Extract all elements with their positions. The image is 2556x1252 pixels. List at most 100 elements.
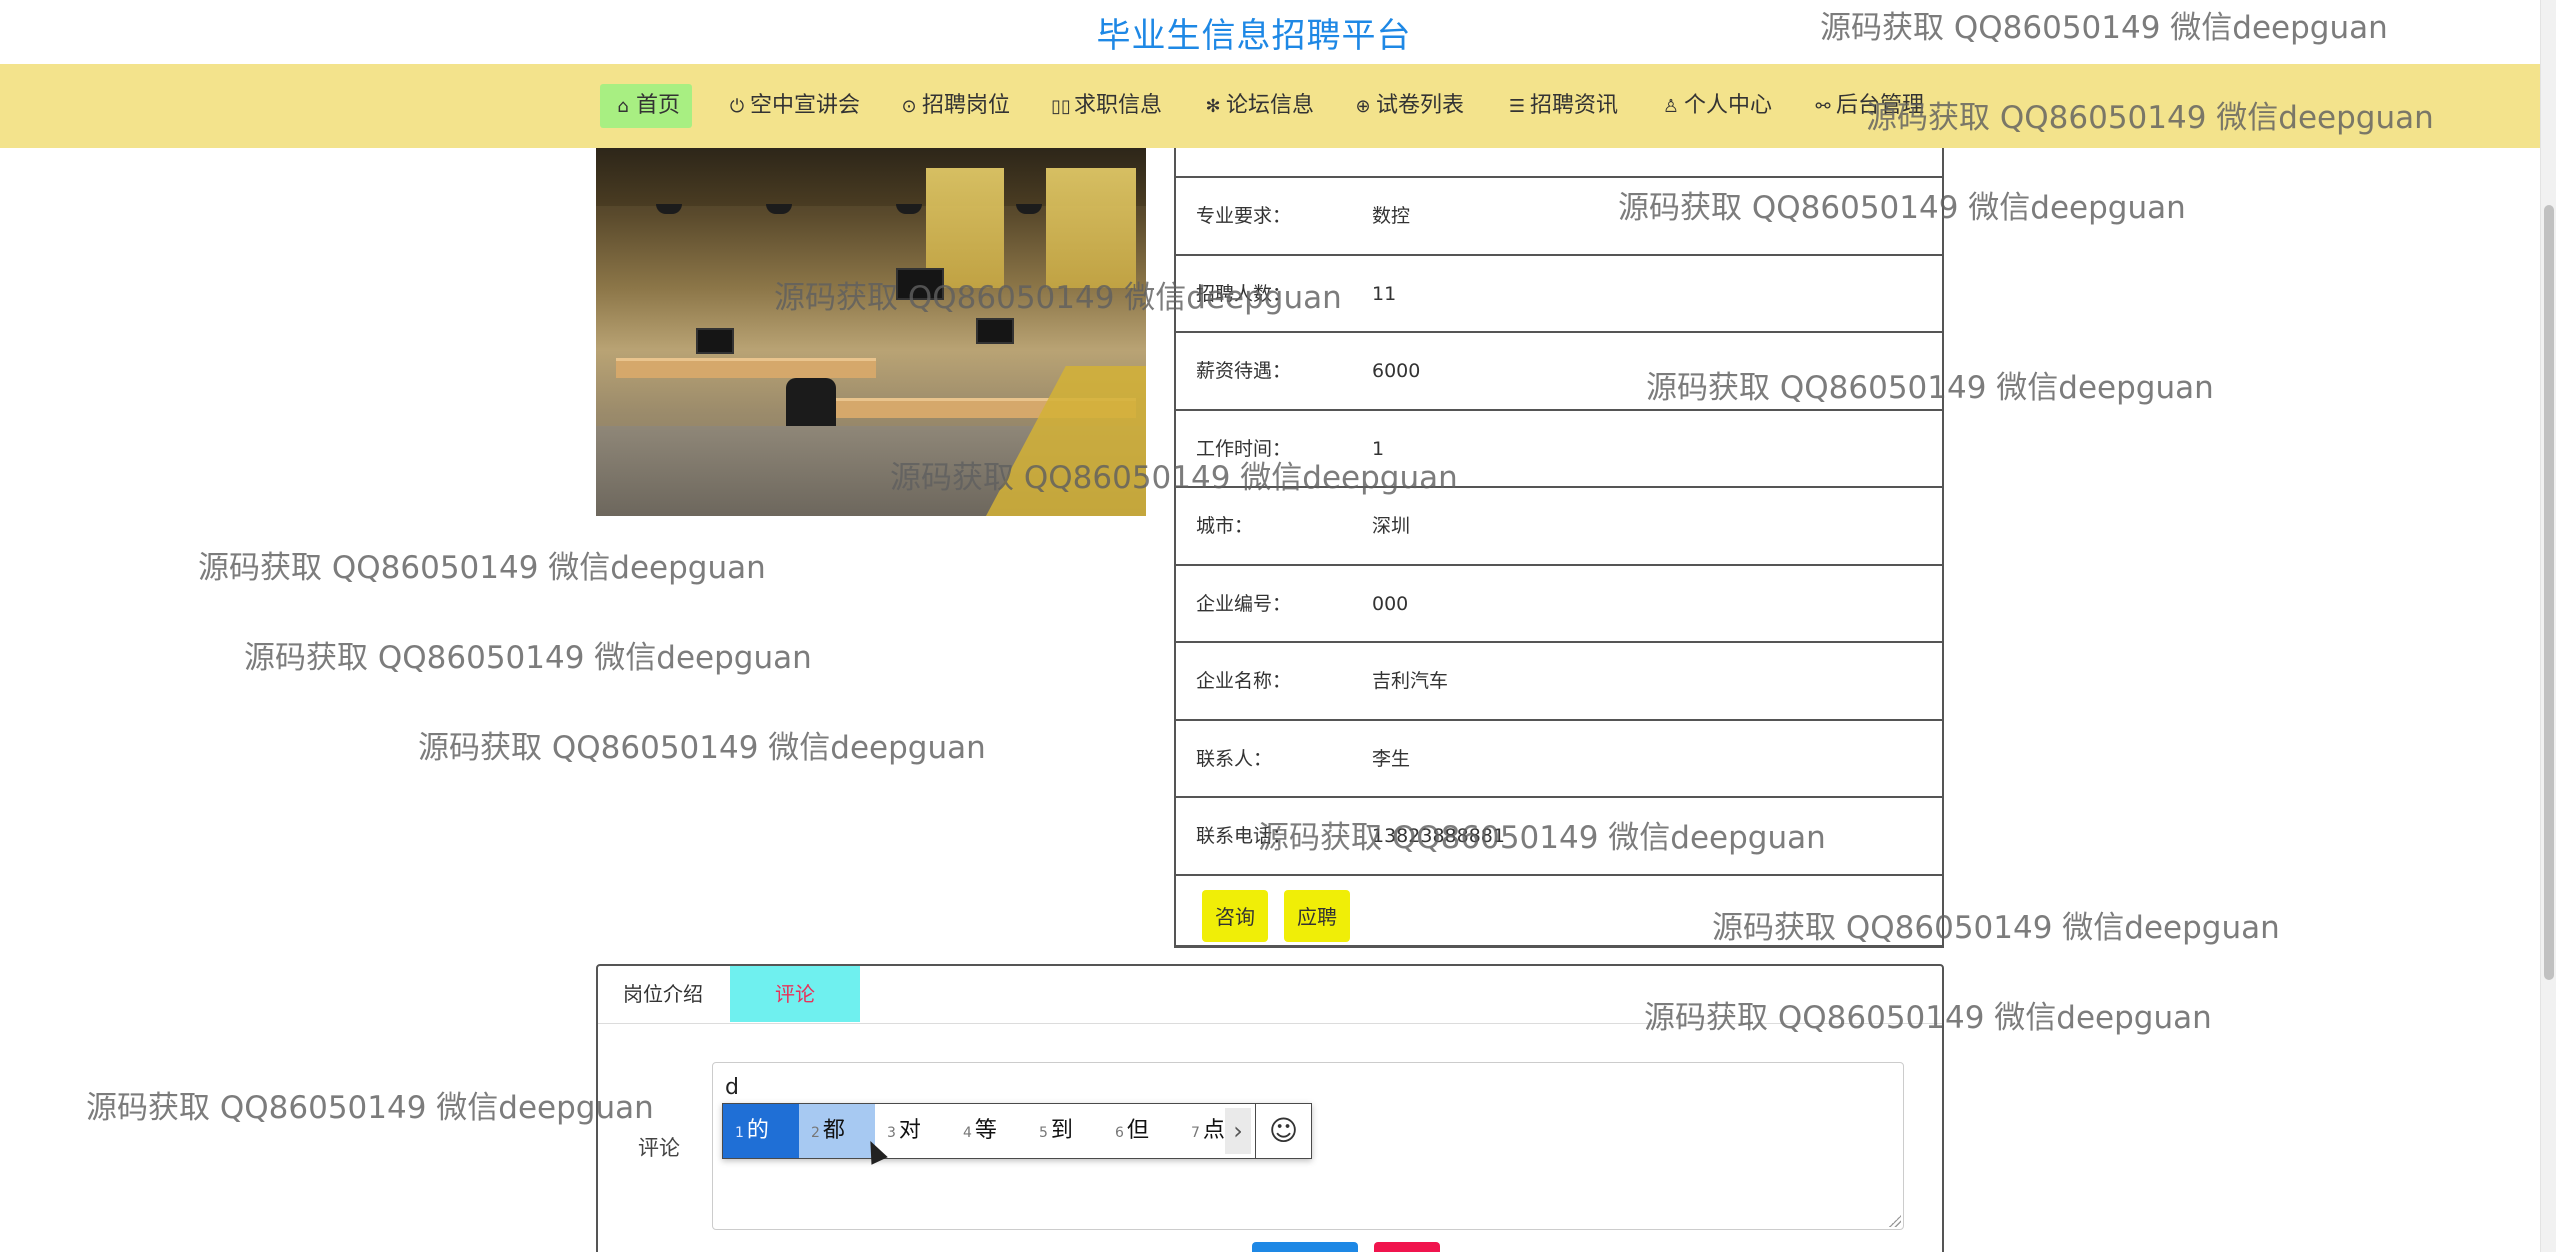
chevron-right-icon[interactable]: › (1225, 1108, 1251, 1154)
details-value: 6000 (1372, 360, 1421, 382)
ime-candidate-number: 2 (811, 1125, 820, 1141)
details-value: 吉利汽车 (1372, 670, 1449, 692)
photo-monitor (976, 318, 1014, 344)
nav-item-personal-center[interactable]: ♙ 个人中心 (1648, 84, 1784, 128)
nav-item-job-seeking[interactable]: ▯▯ 求职信息 (1038, 84, 1174, 128)
nav-item-label: 论坛信息 (1226, 93, 1315, 118)
ime-candidate[interactable]: 6但 (1103, 1104, 1179, 1158)
details-row-headcount: 招聘人数： 11 (1176, 256, 1942, 333)
power-icon: ⏻ (729, 96, 745, 117)
nav-item-label: 招聘岗位 (922, 93, 1011, 118)
watermark-text: 源码获取 QQ86050149 微信deepguan (418, 730, 986, 766)
sliders-icon: ☰ (1508, 96, 1526, 117)
submit-button[interactable] (1252, 1242, 1358, 1252)
ime-candidate[interactable]: 4等 (951, 1104, 1027, 1158)
nav-item-label: 试卷列表 (1376, 93, 1465, 118)
photo-lamp (656, 204, 682, 214)
details-label: 招聘人数： (1196, 282, 1292, 305)
ime-candidate-text: 但 (1126, 1118, 1149, 1143)
ime-candidate-text: 点 (1202, 1118, 1225, 1143)
photo-window (1046, 168, 1136, 288)
job-details-table: 专业要求： 数控 招聘人数： 11 薪资待遇： 6000 工作时间： 1 城市：… (1174, 148, 1944, 948)
watermark-text: 源码获取 QQ86050149 微信deepguan (244, 640, 812, 676)
details-row-company-name: 企业名称： 吉利汽车 (1176, 643, 1942, 721)
watermark-text: 源码获取 QQ86050149 微信deepguan (198, 550, 766, 586)
details-row-major: 专业要求： 数控 (1176, 178, 1942, 256)
nav-item-label: 招聘资讯 (1530, 93, 1619, 118)
ime-candidate-number: 6 (1115, 1125, 1124, 1141)
ime-candidate-text: 对 (898, 1118, 921, 1143)
details-value: 深圳 (1372, 515, 1411, 537)
details-row-partial (1176, 148, 1942, 178)
scrollbar-thumb[interactable] (2544, 205, 2554, 980)
details-label: 企业编号： (1196, 592, 1292, 615)
nav-item-forum[interactable]: ✻ 论坛信息 (1190, 84, 1326, 128)
page: { "site": { "title": "毕业生信息招聘平台" }, "nav… (0, 0, 2556, 1252)
details-label: 工作时间： (1196, 437, 1292, 460)
apply-button[interactable]: 应聘 (1284, 889, 1350, 942)
nav-item-admin[interactable]: ⚯ 后台管理 (1800, 84, 1936, 128)
comment-label: 评论 (638, 1136, 680, 1160)
site-title: 毕业生信息招聘平台 (1096, 16, 1412, 56)
nav-item-job-positions[interactable]: ⊙ 招聘岗位 (886, 84, 1022, 128)
tab-comments[interactable]: 评论 (730, 966, 860, 1022)
details-label: 专业要求： (1196, 205, 1292, 227)
resize-handle[interactable] (1889, 1215, 1901, 1227)
details-label: 城市： (1196, 515, 1254, 537)
nav-item-recruit-news[interactable]: ☰ 招聘资讯 (1494, 84, 1630, 128)
nav-item-label: 空中宣讲会 (750, 93, 861, 118)
details-value: 13823888881 (1372, 825, 1505, 847)
details-value: 数控 (1372, 205, 1411, 227)
ime-candidate[interactable]: 5到 (1027, 1104, 1103, 1158)
nav-item-home[interactable]: ⌂ 首页 (600, 84, 693, 128)
comment-text: d (725, 1075, 739, 1100)
job-photo (596, 148, 1146, 516)
details-value: 李生 (1372, 747, 1411, 770)
details-row-work-time: 工作时间： 1 (1176, 411, 1942, 488)
photo-lamp (766, 204, 792, 214)
details-label: 企业名称： (1196, 670, 1292, 692)
details-row-salary: 薪资待遇： 6000 (1176, 333, 1942, 411)
details-value: 000 (1372, 592, 1409, 615)
tab-job-intro[interactable]: 岗位介绍 (598, 966, 728, 1022)
smiley-icon[interactable]: ☺ (1255, 1104, 1311, 1158)
target-icon: ⊙ (901, 96, 917, 117)
details-value: 1 (1372, 437, 1385, 460)
nav-item-label: 个人中心 (1684, 93, 1773, 118)
nav-item-label: 求职信息 (1074, 93, 1163, 118)
ime-candidate-text: 都 (822, 1118, 845, 1143)
photo-lamp (1016, 204, 1042, 214)
details-value: 11 (1372, 282, 1397, 305)
nav-item-label: 首页 (636, 93, 681, 118)
details-label: 薪资待遇： (1196, 360, 1292, 382)
watermark-text: 源码获取 QQ86050149 微信deepguan (86, 1090, 654, 1126)
ime-candidate-number: 1 (735, 1125, 744, 1141)
ime-candidate-number: 3 (887, 1125, 896, 1141)
ime-candidate-number: 7 (1191, 1125, 1200, 1141)
ime-candidate-number: 5 (1039, 1125, 1048, 1141)
ime-candidate[interactable]: 1的 (723, 1104, 799, 1158)
photo-desk (616, 358, 876, 378)
details-row-phone: 联系电话： 13823888881 (1176, 798, 1942, 876)
user-icon: ♙ (1662, 96, 1680, 117)
top-navigation-bar: ⌂ 首页 ⏻ 空中宣讲会 ⊙ 招聘岗位 ▯▯ 求职信息 ✻ 论坛信息 ⊕ 试卷列表 ☰ 招聘资… (0, 64, 2540, 148)
nav-item-label: 后台管理 (1836, 93, 1925, 118)
reset-button[interactable] (1374, 1242, 1440, 1252)
details-label: 联系人： (1196, 747, 1273, 770)
ime-candidate[interactable]: 3对 (875, 1104, 951, 1158)
consult-button[interactable]: 咨询 (1202, 889, 1268, 942)
link-icon: ⚯ (1815, 96, 1831, 117)
asterisk-icon: ✻ (1205, 96, 1221, 117)
vertical-scrollbar[interactable] (2540, 0, 2556, 1252)
photo-monitor (896, 268, 944, 300)
details-row-contact: 联系人： 李生 (1176, 721, 1942, 798)
book-icon: ▯▯ (1051, 96, 1071, 117)
details-row-city: 城市： 深圳 (1176, 488, 1942, 566)
nav-item-air-presentation[interactable]: ⏻ 空中宣讲会 (714, 84, 872, 128)
ime-candidate[interactable]: 7点 (1179, 1104, 1225, 1158)
globe-icon: ⊕ (1355, 96, 1371, 117)
details-actions: 咨询 应聘 (1176, 876, 1942, 948)
nav-item-exam-list[interactable]: ⊕ 试卷列表 (1340, 84, 1476, 128)
ime-candidate-text: 等 (974, 1118, 997, 1143)
ime-candidate-window: 1的 2都 3对 4等 5到 6但 7点 › ☺ (722, 1103, 1312, 1159)
